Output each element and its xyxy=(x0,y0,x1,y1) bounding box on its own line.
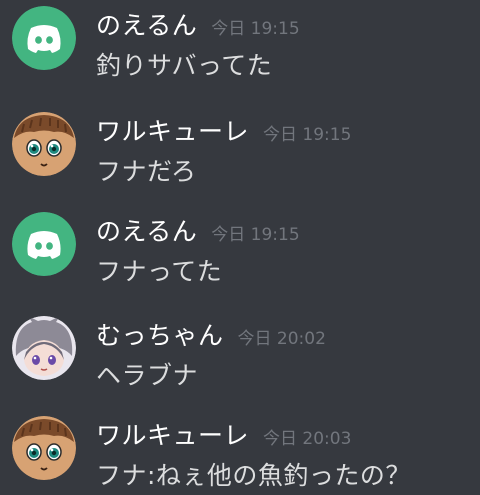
timestamp: 今日 20:03 xyxy=(263,429,352,449)
face-avatar-icon xyxy=(12,416,76,480)
message-text: 釣りサバってた xyxy=(96,51,273,80)
discord-logo-icon xyxy=(12,6,76,70)
username[interactable]: のえるん xyxy=(96,6,197,42)
message-item: ワルキューレ 今日 20:03 フナ:ねぇ他の魚釣ったの？ xyxy=(0,410,480,490)
message-text: フナ:ねぇ他の魚釣ったの？ xyxy=(96,461,411,490)
anime-girl-avatar[interactable] xyxy=(12,316,76,380)
message-header: ワルキューレ 今日 20:03 xyxy=(96,416,351,450)
discord-default-avatar[interactable] xyxy=(12,212,76,276)
timestamp: 今日 19:15 xyxy=(211,225,300,245)
message-item: のえるん 今日 19:15 フナってた xyxy=(0,206,480,286)
timestamp: 今日 19:15 xyxy=(263,125,352,145)
chat-message-list: のえるん 今日 19:15 釣りサバってた ワルキューレ 今日 19:15 フナ… xyxy=(0,0,480,495)
timestamp: 今日 19:15 xyxy=(211,19,300,39)
message-text: フナだろ xyxy=(96,157,197,186)
message-item: のえるん 今日 19:15 釣りサバってた xyxy=(0,0,480,80)
message-item: むっちゃん 今日 20:02 ヘラブナ xyxy=(0,310,480,390)
message-text: ヘラブナ xyxy=(96,361,199,390)
message-item: ワルキューレ 今日 19:15 フナだろ xyxy=(0,106,480,186)
timestamp: 今日 20:02 xyxy=(237,329,326,349)
message-header: ワルキューレ 今日 19:15 xyxy=(96,112,351,146)
message-header: のえるん 今日 19:15 xyxy=(96,6,300,40)
username[interactable]: のえるん xyxy=(96,212,197,248)
username[interactable]: ワルキューレ xyxy=(96,112,249,148)
anime-face-avatar[interactable] xyxy=(12,416,76,480)
username[interactable]: むっちゃん xyxy=(96,316,224,352)
girl-avatar-icon xyxy=(12,316,76,380)
message-text: フナってた xyxy=(96,257,223,286)
message-header: のえるん 今日 19:15 xyxy=(96,212,300,246)
username[interactable]: ワルキューレ xyxy=(96,416,249,452)
anime-face-avatar[interactable] xyxy=(12,112,76,176)
face-avatar-icon xyxy=(12,112,76,176)
discord-default-avatar[interactable] xyxy=(12,6,76,70)
discord-logo-icon xyxy=(12,212,76,276)
message-header: むっちゃん 今日 20:02 xyxy=(96,316,326,350)
